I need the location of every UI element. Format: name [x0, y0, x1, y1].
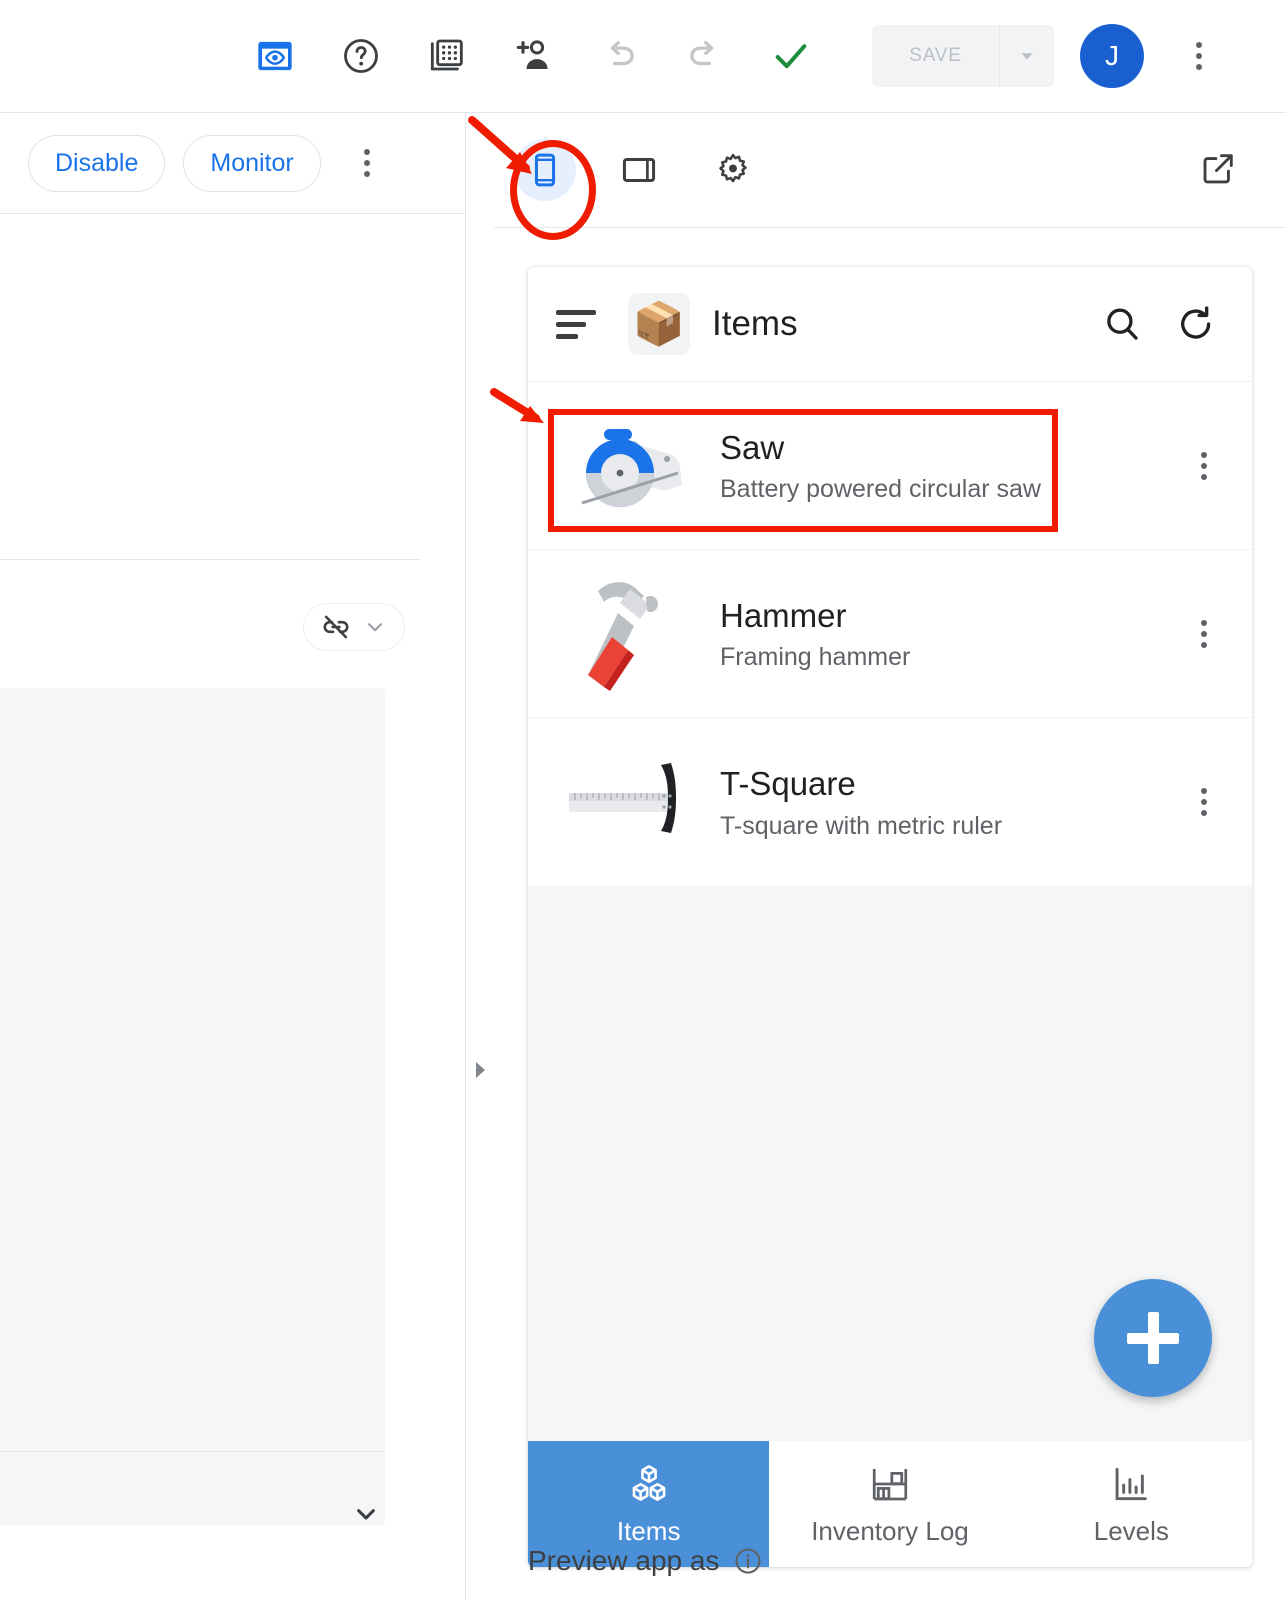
bar-chart-icon — [1115, 1467, 1148, 1500]
nav-tab-label: Items — [616, 1515, 681, 1546]
list-item-overflow-button[interactable] — [1180, 431, 1228, 501]
cubes-icon — [632, 1464, 665, 1501]
list-item-overflow-button[interactable] — [1180, 767, 1228, 837]
add-person-icon-button[interactable] — [504, 27, 562, 85]
app-toolbar: SAVE J — [0, 0, 1286, 113]
toolbar-icon-group — [246, 27, 820, 85]
preview-pane: 📦 Items Saw Battery powered circular saw… — [494, 113, 1286, 1600]
screen-root: SAVE J Disable Monitor 📦 Items Saw Batte… — [0, 0, 1286, 1600]
more-vertical-icon — [1201, 451, 1207, 480]
toolbar-overflow-menu-button[interactable] — [1176, 27, 1222, 85]
more-vertical-icon — [1201, 619, 1207, 648]
caret-down-icon — [1021, 53, 1033, 60]
undo-icon-button[interactable] — [590, 27, 648, 85]
help-icon — [344, 39, 378, 73]
list-item-text: Hammer Framing hammer — [720, 595, 1180, 672]
hammer-illustration — [558, 574, 710, 694]
circular-saw-icon — [581, 428, 682, 507]
list-item-title: T-Square — [720, 765, 856, 803]
tablet-icon — [622, 158, 656, 182]
list-item-saw[interactable]: Saw Battery powered circular saw — [528, 382, 1252, 550]
link-off-chip-button[interactable] — [303, 603, 405, 651]
hamburger-menu-icon[interactable] — [556, 309, 602, 339]
list-empty-area — [528, 886, 1252, 1441]
list-item-subtitle: T-square with metric ruler — [720, 811, 1003, 840]
save-dropdown-caret-button[interactable] — [1000, 25, 1054, 87]
add-item-fab[interactable] — [1094, 1279, 1212, 1397]
shelf-icon — [872, 1468, 908, 1500]
panel-expand-handle[interactable] — [466, 1020, 494, 1120]
list-item-title: Hammer — [720, 596, 847, 634]
list-item-text: T-Square T-square with metric ruler — [720, 763, 1180, 840]
refresh-icon — [1181, 306, 1211, 339]
plus-icon-vertical — [1147, 1312, 1159, 1364]
undo-icon — [610, 41, 634, 66]
annotation-arrow-to-phone-mode — [468, 116, 532, 174]
left-panel-overflow-menu-button[interactable] — [347, 139, 387, 187]
nav-tab-levels[interactable]: Levels — [1010, 1441, 1252, 1567]
data-grid-icon — [430, 39, 463, 71]
disable-button[interactable]: Disable — [28, 134, 166, 192]
open-external-button[interactable] — [1190, 141, 1246, 197]
info-icon[interactable] — [733, 1546, 763, 1576]
left-panel-expand-chevron-button[interactable] — [345, 1493, 387, 1535]
settings-gear-icon — [719, 153, 747, 183]
more-vertical-icon — [363, 149, 370, 177]
help-icon-button[interactable] — [332, 27, 390, 85]
list-item-title: Saw — [720, 428, 785, 466]
app-title: Items — [712, 304, 798, 343]
left-panel-content-placeholder — [0, 688, 385, 1525]
preview-body: 📦 Items Saw Battery powered circular saw… — [494, 229, 1286, 1600]
more-vertical-icon — [1196, 42, 1202, 70]
preview-settings-button[interactable] — [702, 139, 764, 201]
nav-tab-label: Levels — [1093, 1515, 1169, 1546]
avatar[interactable]: J — [1080, 24, 1144, 88]
check-icon-button — [762, 27, 820, 85]
search-icon — [1107, 308, 1138, 340]
tablet-preview-mode-button[interactable] — [608, 139, 670, 201]
list-item-subtitle: Battery powered circular saw — [720, 475, 1041, 504]
left-editor-panel: Disable Monitor — [0, 113, 466, 1600]
open-in-new-icon — [1203, 154, 1233, 184]
app-logo-icon: 📦 — [628, 293, 690, 355]
add-person-icon — [516, 40, 548, 69]
items-list: Saw Battery powered circular saw Hammer … — [528, 382, 1252, 886]
redo-icon — [690, 41, 714, 66]
preview-toolbar — [494, 113, 1286, 228]
save-split-button[interactable]: SAVE — [872, 25, 1054, 87]
save-button[interactable]: SAVE — [872, 25, 1000, 87]
circular-saw-illustration — [558, 406, 710, 526]
link-off-icon — [323, 615, 349, 639]
preview-app-as-label: Preview app as — [528, 1545, 720, 1576]
more-vertical-icon — [1201, 788, 1207, 816]
refresh-button[interactable] — [1168, 296, 1224, 352]
list-item-hammer[interactable]: Hammer Framing hammer — [528, 550, 1252, 718]
check-icon — [775, 44, 807, 69]
preview-eye-icon-button[interactable] — [246, 27, 304, 85]
nav-tab-label: Inventory Log — [811, 1515, 969, 1546]
preview-eye-icon — [258, 41, 292, 71]
chevron-down-icon — [367, 623, 383, 632]
list-item-t-square[interactable]: T-Square T-square with metric ruler — [528, 718, 1252, 886]
t-square-icon — [569, 763, 676, 833]
redo-icon-button[interactable] — [676, 27, 734, 85]
device-frame: 📦 Items Saw Battery powered circular saw… — [528, 267, 1252, 1567]
preview-app-as-row: Preview app as — [528, 1545, 763, 1577]
list-item-overflow-button[interactable] — [1180, 599, 1228, 669]
monitor-button[interactable]: Monitor — [183, 134, 321, 192]
left-panel-toolbar: Disable Monitor — [0, 113, 465, 214]
hammer-icon — [588, 581, 658, 691]
nav-tab-inventory-log[interactable]: Inventory Log — [769, 1441, 1011, 1567]
left-panel-divider — [0, 559, 420, 560]
list-item-subtitle: Framing hammer — [720, 643, 911, 672]
list-item-text: Saw Battery powered circular saw — [720, 427, 1180, 504]
app-bar: 📦 Items — [528, 267, 1252, 382]
left-panel-divider-bottom — [0, 1451, 385, 1452]
t-square-illustration — [558, 742, 710, 862]
data-grid-icon-button[interactable] — [418, 27, 476, 85]
chevron-down-icon — [357, 1509, 375, 1520]
annotation-arrow-to-saw-item — [490, 388, 544, 423]
search-button[interactable] — [1094, 296, 1150, 352]
expand-right-triangle-icon — [476, 1062, 485, 1078]
